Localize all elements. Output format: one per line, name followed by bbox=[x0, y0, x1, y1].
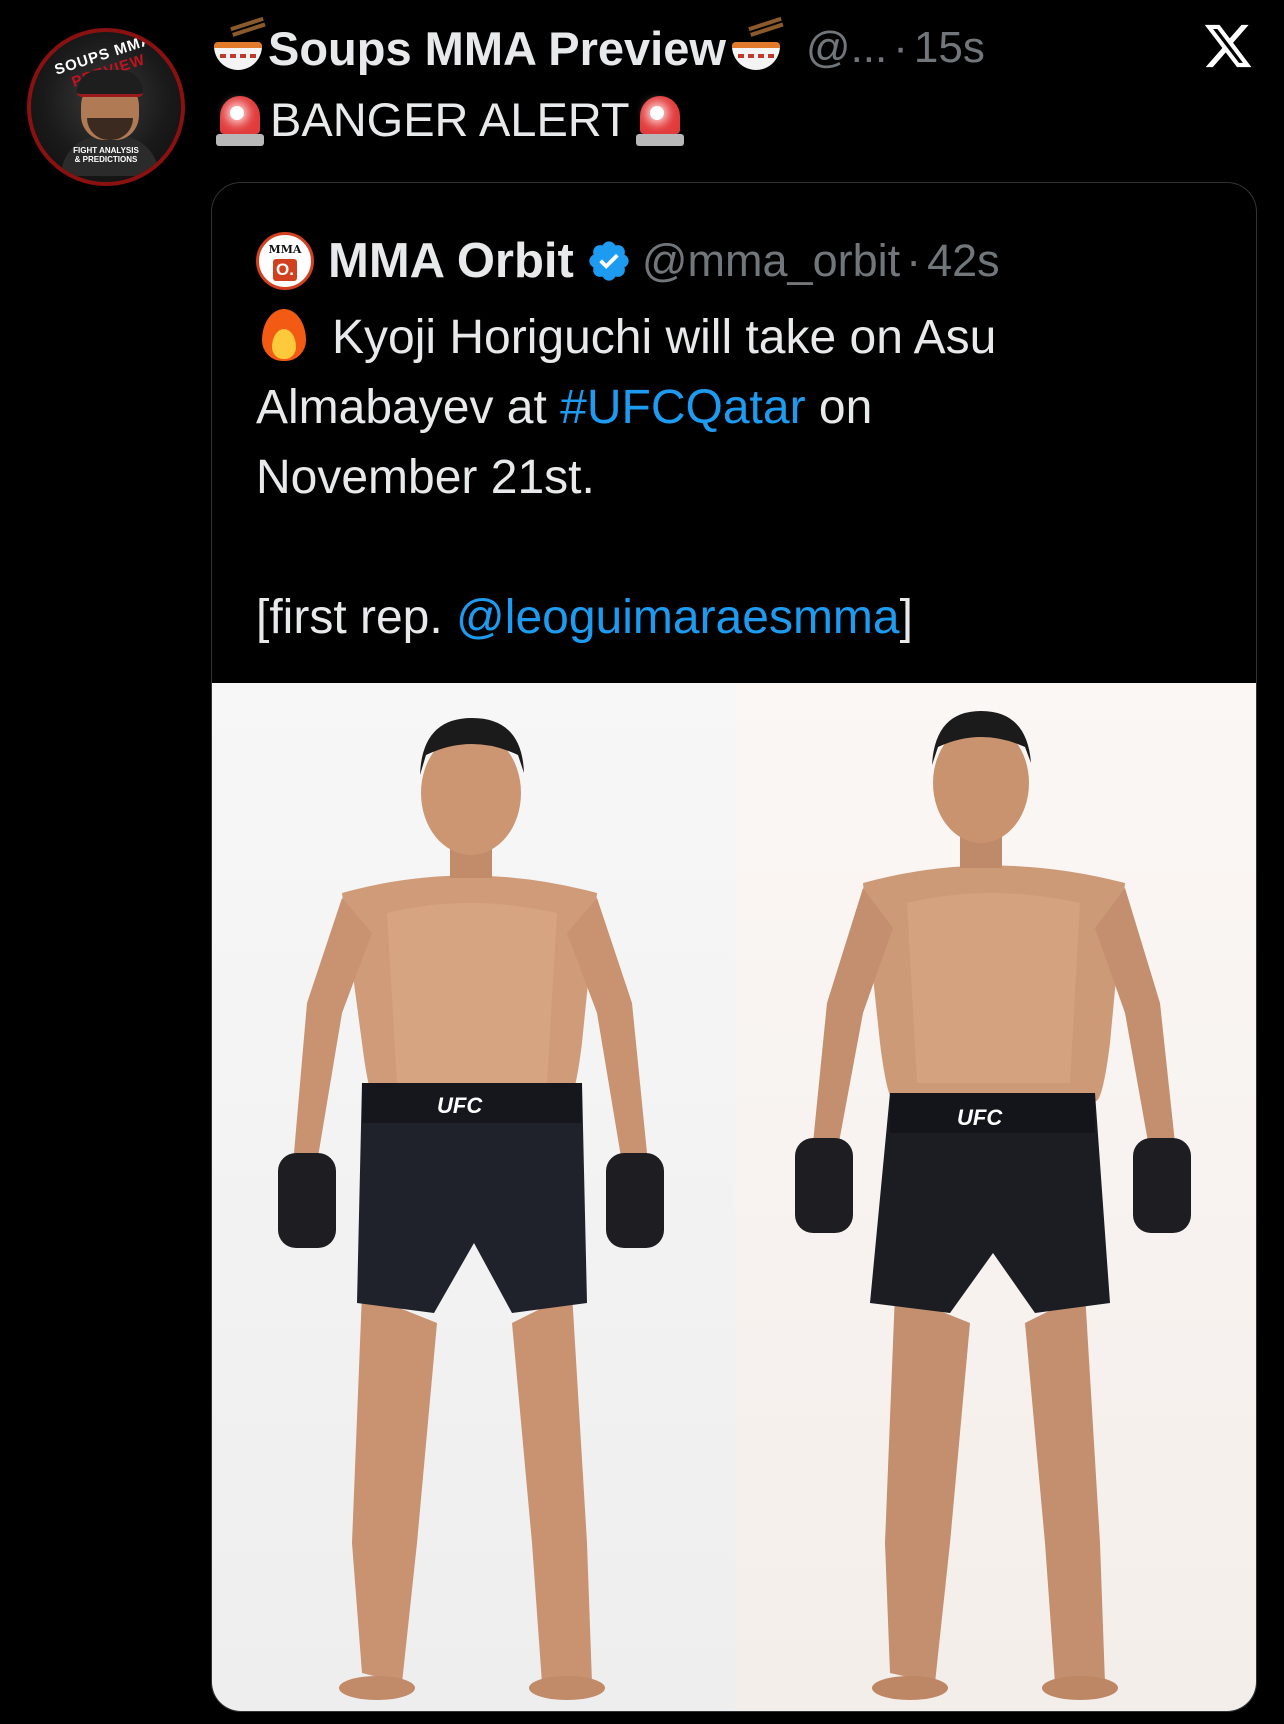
separator-dot: · bbox=[906, 235, 922, 286]
tweet-text: BANGER ALERT bbox=[214, 86, 686, 152]
quoted-author-avatar[interactable]: MMA O. bbox=[256, 232, 314, 290]
fighter-photo-left: UFC bbox=[278, 718, 664, 1700]
soup-bowl-icon bbox=[210, 16, 266, 76]
shorts-logo-text: UFC bbox=[957, 1105, 1003, 1130]
media-image-right[interactable]: UFC bbox=[735, 683, 1256, 1711]
quoted-author-handle[interactable]: @mma_orbit bbox=[642, 235, 900, 287]
quoted-tweet-card[interactable]: MMA O. MMA Orbit @mma_orbit · 42s Kyoji … bbox=[211, 182, 1257, 1712]
siren-icon bbox=[214, 90, 266, 148]
author-handle[interactable]: @... bbox=[806, 23, 887, 73]
soup-bowl-icon bbox=[728, 16, 784, 76]
quoted-text-line: Kyoji Horiguchi will take on Asu bbox=[256, 303, 1216, 373]
author-display-name[interactable]: Soups MMA Preview bbox=[268, 21, 726, 76]
verified-badge-icon[interactable] bbox=[586, 238, 632, 284]
tweet-media[interactable]: UFC UFC bbox=[212, 683, 1256, 1711]
x-logo-icon[interactable] bbox=[1202, 20, 1254, 72]
fire-icon bbox=[256, 305, 310, 361]
quoted-tweet-text: Kyoji Horiguchi will take on Asu Almabay… bbox=[256, 303, 1216, 653]
tweet-header: Soups MMA Preview @... · 15s bbox=[210, 16, 985, 80]
author-avatar[interactable]: SOUPS MMA PREVIEW FIGHT ANALYSIS & PREDI… bbox=[27, 28, 185, 186]
siren-icon bbox=[634, 90, 686, 148]
quoted-timestamp[interactable]: 42s bbox=[927, 235, 1000, 287]
quoted-text-line: November 21st. bbox=[256, 451, 595, 504]
tweet-text-content: BANGER ALERT bbox=[270, 92, 630, 146]
media-image-left[interactable]: UFC bbox=[212, 683, 735, 1711]
mention-link[interactable]: @leoguimaraesmma bbox=[456, 591, 900, 644]
quoted-text-line: Almabayev at #UFCQatar on bbox=[256, 381, 873, 434]
shorts-logo-text: UFC bbox=[437, 1093, 483, 1118]
avatar-badge-text: FIGHT ANALYSIS & PREDICTIONS bbox=[73, 146, 139, 164]
fighter-photo-right: UFC bbox=[795, 711, 1191, 1700]
quoted-tweet-header: MMA O. MMA Orbit @mma_orbit · 42s bbox=[256, 229, 1000, 293]
quoted-author-name[interactable]: MMA Orbit bbox=[328, 233, 574, 289]
post-timestamp[interactable]: 15s bbox=[914, 23, 985, 73]
separator-dot: · bbox=[893, 23, 908, 72]
quoted-text-line: [first rep. @leoguimaraesmma] bbox=[256, 591, 913, 644]
hashtag-link[interactable]: #UFCQatar bbox=[560, 381, 805, 434]
